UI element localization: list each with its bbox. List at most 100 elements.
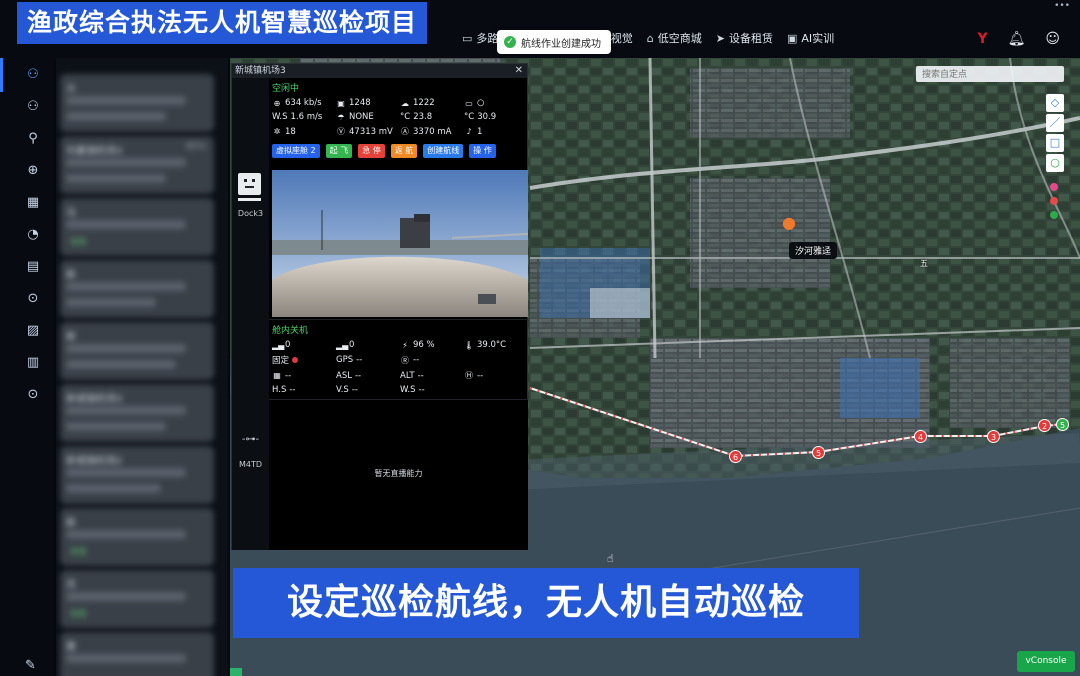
virtual-cockpit-button[interactable]: 虚拟座舱 2 xyxy=(272,144,320,158)
waypoint-4[interactable]: 4 xyxy=(914,430,927,443)
check-icon: ✓ xyxy=(504,36,516,48)
nav-item-label: AI实训 xyxy=(801,32,835,45)
location-pin-icon[interactable]: ● xyxy=(782,213,796,232)
list-item[interactable]: 惠 xyxy=(60,632,214,676)
dock-icon[interactable] xyxy=(238,173,261,195)
drone-name: M4TD xyxy=(238,460,263,469)
upload-value: 1222 xyxy=(413,98,435,108)
list-item[interactable]: 新 xyxy=(60,322,214,380)
list-item[interactable]: 新 在线 xyxy=(60,508,214,566)
list-item[interactable]: 马 在线 xyxy=(60,198,214,256)
bell-icon[interactable]: 🔔︎ xyxy=(1008,31,1026,47)
gps-label: GPS xyxy=(336,355,354,365)
building-icon[interactable]: ▥ xyxy=(24,354,42,372)
mouse-cursor-icon: ☝︎ xyxy=(607,552,614,565)
drone-stats: ▂▄ 0 ▂▄ 0 ⚡ 96 % 🌡︎ 39.0°C 固定 GPS -- Ⓡ -- ▦ -- … xyxy=(272,340,525,395)
drone-route-icon[interactable]: ⚲ xyxy=(24,130,42,148)
asl-value: -- xyxy=(354,370,362,381)
alt-label: ALT xyxy=(400,370,415,381)
dock-stats: ⊕ 634 kb/s ▣ 1248 ☁ 1222 ▭ ○ W.S 1.6 m/s ☂ NON… xyxy=(272,98,525,137)
signal-icon: ▂▄ xyxy=(272,340,285,350)
home-distance: -- xyxy=(477,370,484,381)
document-icon[interactable]: ▤ xyxy=(24,258,42,276)
waypoint-6[interactable]: 6 xyxy=(729,450,742,463)
line-tool-icon[interactable]: ／ xyxy=(1046,114,1064,132)
marker-dot[interactable] xyxy=(1050,197,1058,205)
create-route-button[interactable]: 创建航线 xyxy=(423,144,464,158)
signal-g-icon: ▂▄ xyxy=(336,340,349,350)
waypoint-start[interactable]: 5 xyxy=(1056,418,1069,431)
drone-icon[interactable]: -⊶- xyxy=(235,434,266,448)
env-temp-value: 30.9 xyxy=(477,112,497,122)
mic-value: 1 xyxy=(477,126,483,137)
user-icon[interactable]: ☺︎ xyxy=(1045,31,1060,47)
map-draw-tools: ◇ ／ □ ○ xyxy=(1046,94,1066,174)
dashboard-icon[interactable]: ◔ xyxy=(24,226,42,244)
wind-speed: 1.6 m/s xyxy=(290,112,323,122)
list-item[interactable]: 大 xyxy=(60,74,214,132)
rectangle-tool-icon[interactable]: □ xyxy=(1046,134,1064,152)
current: 3370 mA xyxy=(413,126,452,137)
video-title-overlay: 渔政综合执法无人机智慧巡检项目 xyxy=(17,2,428,44)
dock-camera-feed[interactable] xyxy=(272,170,528,317)
success-toast: ✓ 航线作业创建成功 xyxy=(497,30,611,54)
list-item[interactable]: 刘巢镇机场3 85% xyxy=(60,136,214,194)
nav-item-rental[interactable]: ➤ 设备租赁 xyxy=(716,30,773,46)
panel-header: 新城镇机场3 ✕ xyxy=(232,64,527,78)
network-speed: 634 kb/s xyxy=(285,98,322,108)
marker-tool-icon[interactable]: ◇ xyxy=(1046,94,1064,112)
team-icon[interactable]: ⚇ xyxy=(24,98,42,116)
edit-icon[interactable]: ✎ xyxy=(25,658,36,673)
status-dot-icon: ○ xyxy=(477,98,485,108)
ws-value: -- xyxy=(418,385,425,395)
satellites: 18 xyxy=(285,126,296,137)
marker-dot[interactable] xyxy=(1050,211,1058,219)
pin-icon[interactable]: ⊙ xyxy=(24,386,42,404)
vs-label: V.S xyxy=(336,385,349,395)
video-icon: ▭ xyxy=(462,31,473,45)
map-grid-value: -- xyxy=(285,370,292,381)
map-search-input[interactable] xyxy=(916,66,1064,82)
circle-tool-icon[interactable]: ○ xyxy=(1046,154,1064,172)
list-item[interactable]: 月 在线 xyxy=(60,570,214,628)
home-point-icon: Ⓗ xyxy=(465,371,473,380)
waypoint-3[interactable]: 3 xyxy=(987,430,1000,443)
emergency-stop-button[interactable]: 急 停 xyxy=(358,144,385,158)
nav-item-training[interactable]: ▣ AI实训 xyxy=(787,30,834,46)
wind-speed-label: W.S xyxy=(272,112,288,122)
drone-status: 舱内关机 xyxy=(272,326,309,336)
waypoint-2[interactable]: 2 xyxy=(1038,419,1051,432)
thermometer-icon: 🌡︎ xyxy=(464,340,475,350)
vconsole-button[interactable]: vConsole xyxy=(1017,651,1075,672)
storage-value: 1248 xyxy=(349,98,371,108)
close-icon[interactable]: ✕ xyxy=(515,64,523,78)
list-item[interactable]: 新城镇机场3 xyxy=(60,384,214,442)
add-circle-icon[interactable]: ⊕ xyxy=(24,162,42,180)
hs-value: -- xyxy=(289,385,296,395)
takeoff-button[interactable]: 起 飞 xyxy=(325,144,353,158)
dock-status: 空闲中 xyxy=(272,84,300,94)
waypoint-5[interactable]: 5 xyxy=(812,446,825,459)
nav-item-shop[interactable]: ⌂ 低空商城 xyxy=(647,30,702,46)
network-icon: ⊕ xyxy=(273,98,281,108)
dock-name: Dock3 xyxy=(237,209,264,218)
list-item[interactable]: 新城镇机场2 xyxy=(60,446,214,504)
drone-video: 暂无直播能力 xyxy=(269,399,528,550)
temp-value: 23.8 xyxy=(413,112,433,122)
users-icon[interactable]: ⚇ xyxy=(24,66,42,84)
marker-dot[interactable] xyxy=(1050,183,1058,191)
return-home-button[interactable]: 返 航 xyxy=(390,144,418,158)
list-item[interactable]: 新 xyxy=(60,260,214,318)
app-root: ▭ 多路 ◉ AI视觉 ⌂ 低空商城 ➤ 设备租赁 ▣ AI实训 ✓ 航线作业创… xyxy=(0,0,1080,676)
alt-value: -- xyxy=(417,370,424,381)
location-icon[interactable]: ⊙ xyxy=(24,290,42,308)
ws-label: W.S xyxy=(400,385,416,395)
nav-item-multi-video[interactable]: ▭ 多路 xyxy=(462,30,498,46)
operate-button[interactable]: 操 作 xyxy=(469,144,496,158)
fix-status-dot xyxy=(292,357,299,363)
calendar-icon[interactable]: ▦ xyxy=(24,194,42,212)
current-icon: Ⓐ xyxy=(401,127,409,136)
more-dots-icon[interactable]: ••• xyxy=(1054,1,1070,11)
image-icon[interactable]: ▨ xyxy=(24,322,42,340)
fix-label: 固定 xyxy=(272,356,290,366)
